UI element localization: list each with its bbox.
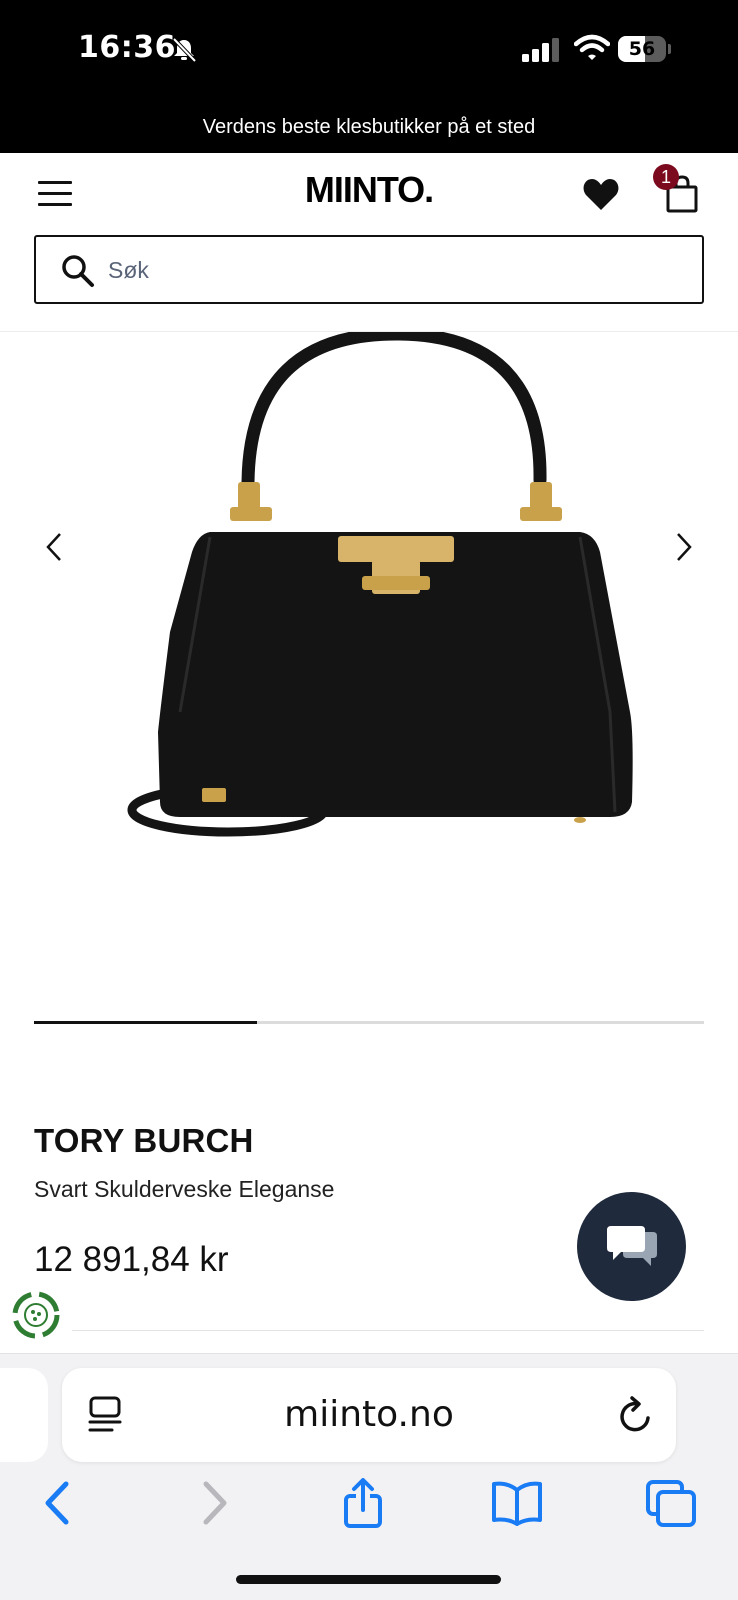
chat-button[interactable] bbox=[577, 1192, 686, 1301]
search-box[interactable] bbox=[34, 235, 704, 304]
search-input[interactable] bbox=[108, 249, 668, 291]
back-icon[interactable] bbox=[34, 1478, 88, 1528]
forward-icon[interactable] bbox=[184, 1478, 238, 1528]
miinto-logo[interactable]: MIINTO. bbox=[0, 169, 738, 211]
product-price: 12 891,84 kr bbox=[34, 1240, 229, 1279]
cart-count-badge: 1 bbox=[653, 164, 679, 190]
bell-slash-icon bbox=[172, 37, 197, 63]
url-text[interactable]: miinto.no bbox=[62, 1368, 676, 1462]
product-image[interactable] bbox=[110, 332, 650, 872]
heart-icon[interactable] bbox=[582, 177, 620, 211]
share-icon[interactable] bbox=[336, 1478, 390, 1528]
battery-level: 56 bbox=[628, 38, 656, 60]
cellular-signal-icon bbox=[522, 38, 559, 62]
site-header: MIINTO. 1 bbox=[0, 153, 738, 233]
tabs-icon[interactable] bbox=[644, 1478, 698, 1528]
gallery-progress-bar bbox=[34, 1021, 704, 1024]
wifi-icon bbox=[574, 34, 610, 60]
reader-icon[interactable] bbox=[88, 1396, 122, 1434]
status-bar: 16:36 56 bbox=[0, 0, 738, 100]
reload-icon[interactable] bbox=[618, 1396, 654, 1434]
chat-bubbles-icon bbox=[607, 1226, 657, 1266]
next-image-arrow-icon[interactable] bbox=[672, 530, 696, 564]
previous-tab-preview[interactable] bbox=[0, 1368, 48, 1462]
product-brand[interactable]: TORY BURCH bbox=[34, 1122, 254, 1160]
product-gallery bbox=[0, 332, 738, 992]
previous-image-arrow-icon[interactable] bbox=[42, 530, 66, 564]
divider bbox=[72, 1330, 704, 1331]
battery-icon: 56 bbox=[618, 36, 671, 62]
search-icon bbox=[62, 255, 94, 287]
gallery-progress-fill bbox=[34, 1021, 258, 1024]
address-bar[interactable]: miinto.no bbox=[62, 1368, 676, 1462]
status-time: 16:36 bbox=[78, 30, 176, 65]
bookmarks-icon[interactable] bbox=[490, 1478, 544, 1528]
sustainability-icon[interactable] bbox=[11, 1290, 61, 1340]
promo-banner[interactable]: Verdens beste klesbutikker på et sted bbox=[0, 100, 738, 153]
browser-toolbar: miinto.no bbox=[0, 1353, 738, 1600]
home-indicator[interactable] bbox=[236, 1575, 501, 1584]
product-name: Svart Skulderveske Eleganse bbox=[34, 1176, 335, 1202]
